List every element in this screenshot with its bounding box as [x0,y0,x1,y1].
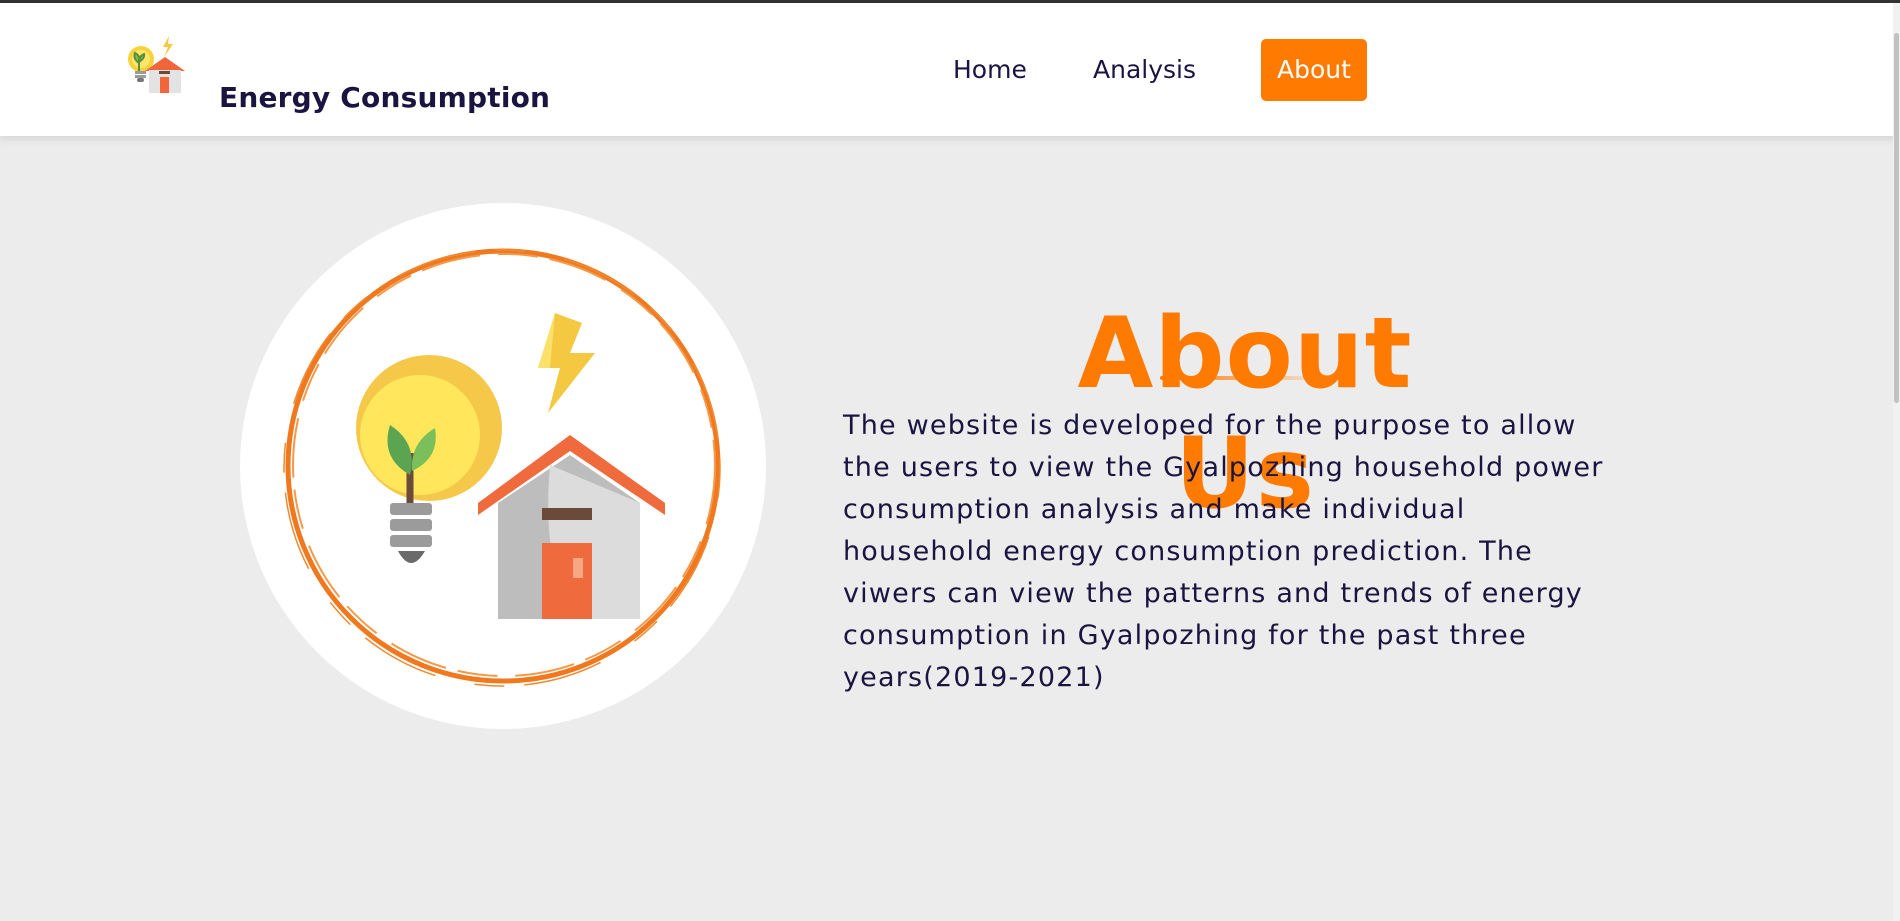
brand-title[interactable]: Energy Consumption [219,81,550,114]
heading-underline [1160,376,1310,380]
nav-home-link[interactable]: Home [953,39,1027,101]
scrollbar-thumb[interactable] [1894,33,1899,403]
nav-about-link[interactable]: About [1261,39,1367,101]
vertical-scrollbar[interactable] [1893,3,1900,921]
bulb-house-energy-illustration [283,248,721,687]
site-header: Energy Consumption Home Analysis About [0,3,1900,136]
about-paragraph: The website is developed for the purpose… [843,410,1604,693]
hero-illustration-container [240,203,766,729]
bulb-house-logo-icon[interactable] [127,33,191,99]
nav-analysis-link[interactable]: Analysis [1093,39,1196,101]
